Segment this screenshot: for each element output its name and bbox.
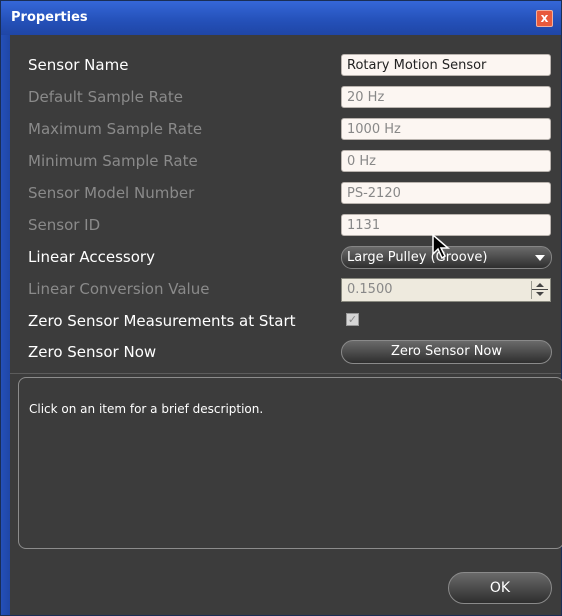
linear-accessory-selected-value: Large Pulley (Groove) xyxy=(347,250,488,265)
close-icon[interactable]: x xyxy=(536,10,553,27)
property-row-minimum-sample-rate: Minimum Sample Rate xyxy=(10,148,561,176)
property-row-sensor-model-number: Sensor Model Number xyxy=(10,180,561,208)
default-sample-rate-label: Default Sample Rate xyxy=(28,88,183,106)
minimum-sample-rate-label: Minimum Sample Rate xyxy=(28,152,198,170)
sensor-name-label: Sensor Name xyxy=(28,56,129,74)
window-left-border xyxy=(1,35,10,615)
minimum-sample-rate-field xyxy=(341,150,551,172)
sensor-name-field[interactable] xyxy=(341,54,551,76)
description-text: Click on an item for a brief description… xyxy=(29,402,264,416)
spinner-divider xyxy=(532,289,548,290)
maximum-sample-rate-field xyxy=(341,118,551,140)
property-row-zero-sensor-now: Zero Sensor Now Zero Sensor Now xyxy=(10,339,561,367)
zero-at-start-checkbox[interactable]: ✓ xyxy=(346,313,359,326)
linear-accessory-label: Linear Accessory xyxy=(28,248,155,266)
ok-button[interactable]: OK xyxy=(448,572,552,604)
properties-window: Properties x Sensor Name Default Sample … xyxy=(0,0,562,616)
property-row-default-sample-rate: Default Sample Rate xyxy=(10,84,561,112)
linear-conversion-value-spinner[interactable]: 0.1500 xyxy=(341,278,551,302)
property-row-sensor-id: Sensor ID xyxy=(10,212,561,240)
zero-sensor-now-label: Zero Sensor Now xyxy=(28,343,157,361)
properties-panel: Sensor Name Default Sample Rate Maximum … xyxy=(10,35,562,615)
spinner-up-icon[interactable] xyxy=(536,283,544,287)
title-bar[interactable]: Properties x xyxy=(1,1,561,36)
sensor-model-number-field xyxy=(341,182,551,204)
description-box: Click on an item for a brief description… xyxy=(18,377,562,549)
property-row-zero-at-start: Zero Sensor Measurements at Start ✓ xyxy=(10,308,561,336)
sensor-id-label: Sensor ID xyxy=(28,216,101,234)
default-sample-rate-field xyxy=(341,86,551,108)
maximum-sample-rate-label: Maximum Sample Rate xyxy=(28,120,203,138)
zero-sensor-now-button[interactable]: Zero Sensor Now xyxy=(341,340,552,364)
sensor-model-number-label: Sensor Model Number xyxy=(28,184,195,202)
property-row-linear-accessory: Linear Accessory Large Pulley (Groove) xyxy=(10,244,561,272)
property-row-linear-conversion-value: Linear Conversion Value 0.1500 xyxy=(10,276,561,304)
divider xyxy=(10,373,561,374)
linear-conversion-value: 0.1500 xyxy=(347,282,393,297)
mouse-pointer-icon xyxy=(432,234,451,260)
spinner-buttons[interactable] xyxy=(531,281,548,299)
zero-at-start-label: Zero Sensor Measurements at Start xyxy=(28,312,296,330)
property-row-maximum-sample-rate: Maximum Sample Rate xyxy=(10,116,561,144)
linear-conversion-value-label: Linear Conversion Value xyxy=(28,280,210,298)
property-row-sensor-name: Sensor Name xyxy=(10,52,561,80)
sensor-id-field xyxy=(341,214,551,236)
window-title: Properties xyxy=(11,10,88,25)
spinner-down-icon[interactable] xyxy=(536,292,544,296)
chevron-down-icon xyxy=(535,255,545,261)
